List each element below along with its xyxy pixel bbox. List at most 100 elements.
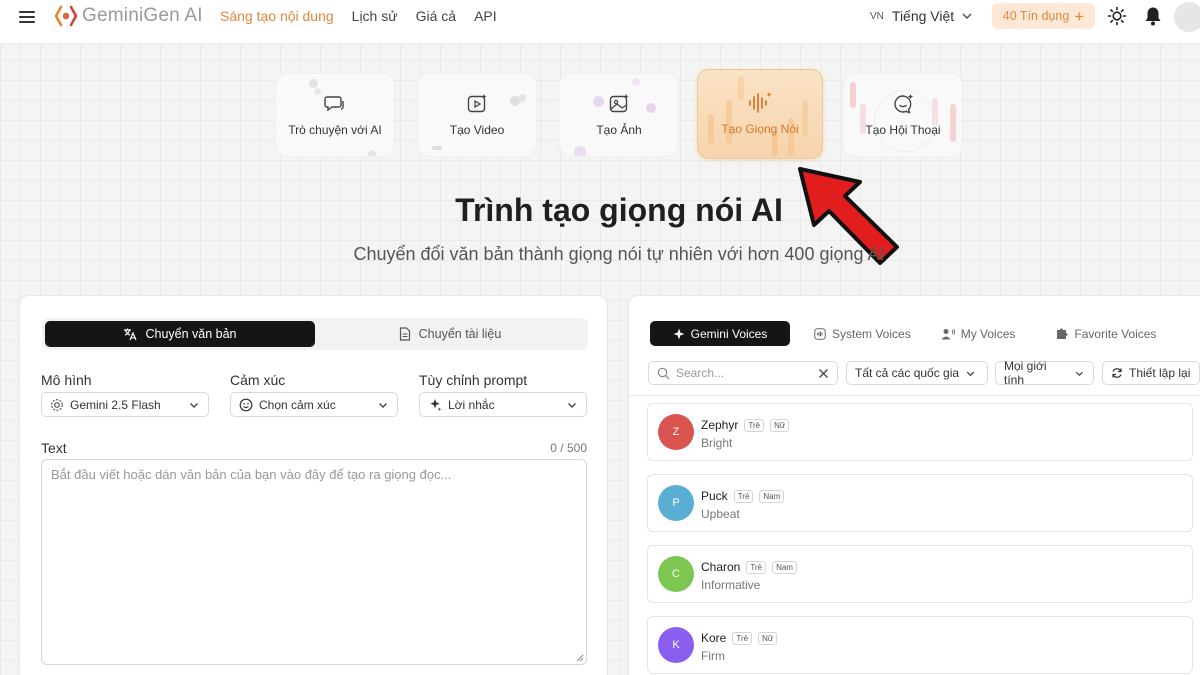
- page-subtitle: Chuyển đổi văn bản thành giọng nói tự nh…: [353, 244, 885, 264]
- translate-icon: [124, 328, 138, 341]
- tab-gemini-voices[interactable]: Gemini Voices: [650, 321, 790, 346]
- chevron-down-icon: [966, 371, 975, 376]
- tool-card-conversation[interactable]: Tạo Hội Thoại: [843, 73, 963, 157]
- voice-age-tag: Trẻ: [733, 489, 754, 503]
- language-label: Tiếng Việt: [891, 8, 955, 24]
- voice-name-row: Puck Trẻ Nam: [701, 489, 785, 503]
- voice-age-tag: Trẻ: [732, 631, 753, 645]
- nav-link-history[interactable]: Lịch sử: [352, 8, 398, 24]
- menu-icon[interactable]: [19, 8, 37, 24]
- tab-system-voices[interactable]: System Voices: [804, 321, 921, 346]
- tool-label: Trò chuyện với AI: [288, 123, 382, 137]
- text-label: Text: [41, 440, 67, 456]
- tab-text-to-speech[interactable]: Chuyển văn bản: [45, 321, 315, 347]
- resize-handle-icon[interactable]: [576, 654, 584, 662]
- brand-name: GeminiGen AI: [82, 5, 203, 26]
- tab-label: Gemini Voices: [690, 326, 768, 341]
- voice-age-tag: Trẻ: [744, 418, 765, 432]
- tool-card-chat[interactable]: Trò chuyện với AI: [275, 73, 395, 157]
- voice-name: Zephyr: [701, 418, 739, 432]
- voice-name-row: Kore Trẻ Nữ: [701, 631, 778, 645]
- sparkle-icon: [430, 398, 442, 411]
- chevron-down-icon: [379, 402, 387, 408]
- logo-icon: [54, 5, 78, 27]
- clear-search-icon[interactable]: [818, 368, 829, 379]
- voice-name: Puck: [701, 489, 728, 503]
- video-icon: [466, 93, 488, 115]
- prompt-value: Lời nhắc: [448, 397, 495, 412]
- tab-my-voices[interactable]: My Voices: [931, 321, 1026, 346]
- user-avatar[interactable]: [1174, 2, 1200, 32]
- voice-description: Informative: [701, 578, 761, 592]
- voice-avatar: C: [658, 556, 694, 592]
- voice-avatar: Z: [658, 414, 694, 450]
- emotion-select[interactable]: Chọn cảm xúc: [230, 392, 398, 417]
- voice-gender-tag: Nam: [772, 560, 797, 574]
- audio-wave-icon: [747, 92, 773, 114]
- voice-avatar: P: [658, 485, 694, 521]
- voice-card[interactable]: K Kore Trẻ Nữ Firm: [647, 616, 1193, 674]
- reset-label: Thiết lập lại: [1129, 366, 1191, 380]
- page-title: Trình tạo giọng nói AI: [455, 192, 783, 228]
- reset-filters-button[interactable]: Thiết lập lại: [1102, 361, 1200, 385]
- notification-bell-icon[interactable]: [1142, 5, 1164, 27]
- tool-label: Tạo Giọng Nói: [721, 122, 799, 136]
- credits-button[interactable]: 40 Tín dụng +: [992, 3, 1095, 29]
- plus-icon: +: [1074, 6, 1085, 26]
- emotion-label: Cảm xúc: [230, 372, 286, 388]
- tab-label: Chuyển văn bản: [145, 327, 237, 341]
- country-filter[interactable]: Tất cả các quốc gia: [846, 361, 988, 385]
- voice-description: Firm: [701, 649, 725, 663]
- theme-toggle-sun-icon[interactable]: [1106, 5, 1128, 27]
- voice-library-panel: Gemini Voices System Voices My Voices Fa…: [628, 295, 1200, 675]
- prompt-select[interactable]: Lời nhắc: [419, 392, 587, 417]
- tool-card-video[interactable]: Tạo Video: [417, 73, 537, 157]
- main-nav: Sáng tạo nội dung Lịch sử Giá cả API: [220, 8, 497, 24]
- voice-description: Bright: [701, 436, 733, 450]
- tool-card-voice[interactable]: Tạo Giọng Nói: [697, 69, 823, 159]
- waveform-box-icon: [814, 327, 826, 340]
- nav-link-api[interactable]: API: [474, 8, 497, 24]
- tab-favorite-voices[interactable]: Favorite Voices: [1045, 321, 1166, 346]
- model-label: Mô hình: [41, 372, 92, 388]
- text-input-area[interactable]: Bắt đầu viết hoặc dán văn bản của bạn và…: [41, 459, 587, 665]
- voice-gender-tag: Nữ: [770, 418, 790, 432]
- brand-logo[interactable]: GeminiGen AI: [54, 5, 203, 27]
- chevron-down-icon: [962, 13, 972, 20]
- voice-avatar: K: [658, 627, 694, 663]
- text-input-panel: Chuyển văn bản Chuyển tài liệu Mô hình G…: [19, 295, 608, 675]
- voice-age-tag: Trẻ: [746, 560, 767, 574]
- nav-link-pricing[interactable]: Giá cả: [416, 8, 456, 24]
- puzzle-icon: [1057, 328, 1068, 339]
- voice-description: Upbeat: [701, 507, 740, 521]
- tool-label: Tạo Ảnh: [596, 123, 642, 137]
- tab-label: Favorite Voices: [1074, 326, 1157, 341]
- voice-card[interactable]: C Charon Trẻ Nam Informative: [647, 545, 1193, 603]
- tool-label: Tạo Video: [449, 123, 505, 137]
- gemini-gear-icon: [51, 398, 63, 411]
- char-counter: 0 / 500: [550, 441, 587, 455]
- credits-label: 40 Tín dụng: [1002, 9, 1070, 23]
- prompt-label: Tùy chỉnh prompt: [419, 372, 528, 388]
- smile-icon: [239, 398, 253, 411]
- image-icon: [608, 93, 630, 115]
- tool-card-image[interactable]: Tạo Ảnh: [559, 73, 679, 157]
- voice-search-input[interactable]: Search...: [648, 361, 838, 385]
- country-filter-label: Tất cả các quốc gia: [855, 366, 960, 380]
- conversation-icon: [892, 93, 914, 115]
- chevron-down-icon: [568, 402, 576, 408]
- voice-gender-tag: Nam: [759, 489, 785, 503]
- chat-icon: [324, 93, 346, 115]
- language-selector[interactable]: VN Tiếng Việt: [870, 8, 974, 24]
- voice-card[interactable]: P Puck Trẻ Nam Upbeat: [647, 474, 1193, 532]
- voice-name: Charon: [701, 560, 741, 574]
- voice-card[interactable]: Z Zephyr Trẻ Nữ Bright: [647, 403, 1193, 461]
- nav-link-create[interactable]: Sáng tạo nội dung: [220, 8, 334, 24]
- chevron-down-icon: [190, 402, 198, 408]
- input-mode-switch: Chuyển văn bản Chuyển tài liệu: [42, 318, 588, 350]
- gender-filter[interactable]: Mọi giới tính: [995, 359, 1094, 387]
- voice-name-row: Charon Trẻ Nam: [701, 560, 797, 574]
- language-code: VN: [870, 10, 884, 22]
- model-select[interactable]: Gemini 2.5 Flash: [41, 392, 209, 417]
- tab-document-to-speech[interactable]: Chuyển tài liệu: [315, 321, 585, 347]
